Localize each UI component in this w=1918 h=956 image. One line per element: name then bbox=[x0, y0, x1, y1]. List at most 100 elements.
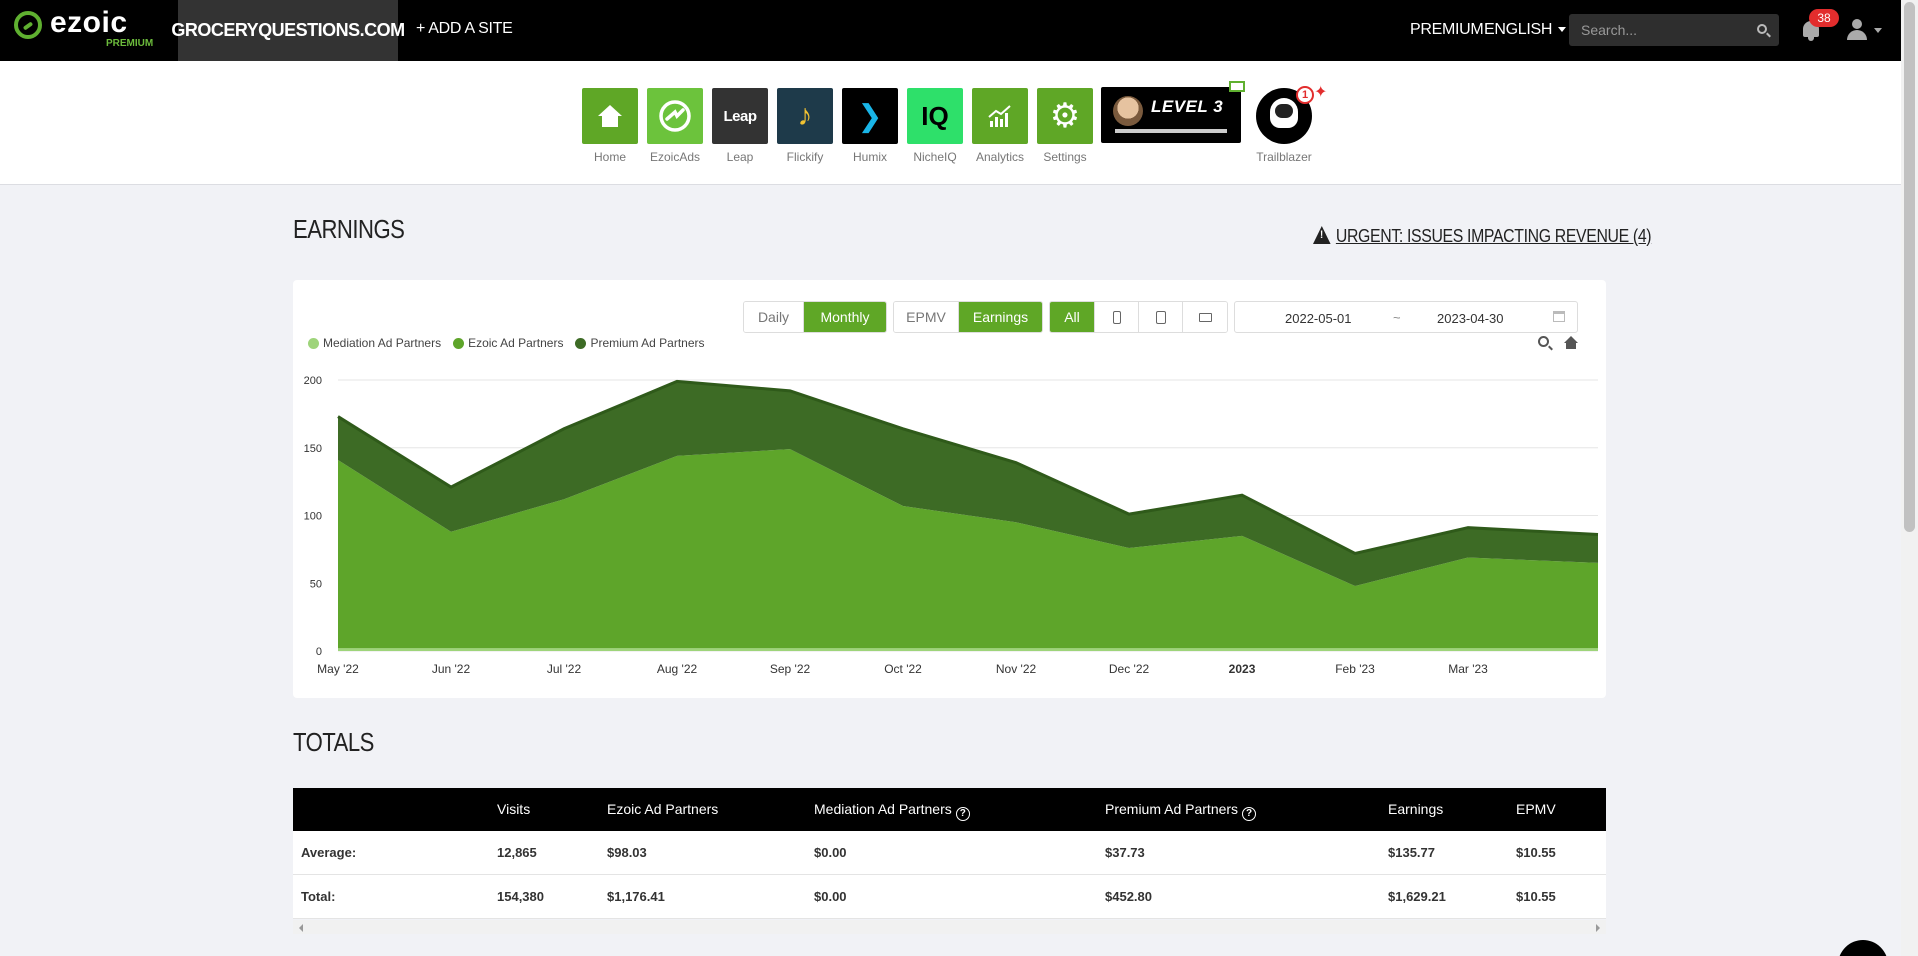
cell-premium: $452.80 bbox=[1105, 889, 1152, 904]
urgent-issues-label: URGENT: ISSUES IMPACTING REVENUE (4) bbox=[1335, 226, 1652, 246]
y-tick-label: 200 bbox=[304, 375, 322, 387]
avatar bbox=[1113, 96, 1143, 126]
app-nicheiq[interactable]: IQ NicheIQ bbox=[907, 88, 963, 164]
site-selector[interactable]: GROCERYQUESTIONS.COM bbox=[171, 0, 405, 61]
app-launcher-bar: Home EzoicAds Leap Leap ♪ Flickify ❯ Hum… bbox=[0, 61, 1901, 185]
leap-icon: Leap bbox=[712, 88, 768, 144]
table-row: Average: 12,865 $98.03 $0.00 $37.73 $135… bbox=[293, 831, 1606, 875]
x-tick-label: Sep '22 bbox=[770, 662, 811, 676]
app-analytics[interactable]: Analytics bbox=[972, 88, 1028, 164]
cell-ezoic: $98.03 bbox=[607, 845, 647, 860]
help-icon[interactable]: ? bbox=[955, 807, 970, 821]
column-header-earnings: Earnings bbox=[1388, 801, 1444, 817]
earnings-heading: EARNINGS bbox=[293, 214, 405, 244]
search-input[interactable] bbox=[1569, 14, 1749, 46]
y-tick-label: 150 bbox=[304, 443, 322, 455]
column-header-label: Mediation Ad Partners bbox=[814, 801, 952, 817]
user-menu-chevron-down-icon[interactable] bbox=[1874, 28, 1882, 33]
y-tick-label: 0 bbox=[316, 646, 322, 658]
cell-premium: $37.73 bbox=[1105, 845, 1145, 860]
mail-icon[interactable] bbox=[1229, 81, 1245, 92]
ezoic-ads-icon bbox=[647, 88, 703, 144]
search-box bbox=[1569, 14, 1779, 46]
notification-count-badge: 38 bbox=[1809, 9, 1839, 27]
house-icon bbox=[582, 88, 638, 144]
y-tick-label: 100 bbox=[304, 511, 322, 523]
urgent-issues-link[interactable]: URGENT: ISSUES IMPACTING REVENUE (4) bbox=[1313, 226, 1652, 247]
x-tick-label: Jun '22 bbox=[432, 662, 471, 676]
scroll-right-icon[interactable] bbox=[1596, 924, 1600, 932]
cell-ezoic: $1,176.41 bbox=[607, 889, 665, 904]
user-icon[interactable] bbox=[1846, 19, 1868, 41]
y-tick-label: 50 bbox=[310, 578, 322, 590]
x-tick-label: 2023 bbox=[1229, 662, 1256, 676]
cell-earnings: $1,629.21 bbox=[1388, 889, 1446, 904]
x-tick-label: Nov '22 bbox=[996, 662, 1037, 676]
trailblazer[interactable]: 1 ✦ Trailblazer bbox=[1253, 84, 1327, 164]
chevron-down-icon bbox=[1558, 27, 1567, 33]
search-icon[interactable] bbox=[1757, 24, 1767, 34]
humix-icon: ❯ bbox=[842, 88, 898, 144]
totals-heading: TOTALS bbox=[293, 727, 374, 757]
add-site-link[interactable]: + ADD A SITE bbox=[416, 20, 513, 38]
level-label: LEVEL 3 bbox=[1151, 97, 1224, 116]
logo-premium-label: PREMIUM bbox=[106, 38, 154, 49]
warning-icon bbox=[1313, 226, 1331, 244]
nicheiq-icon: IQ bbox=[907, 88, 963, 144]
app-leap[interactable]: Leap Leap bbox=[712, 88, 768, 164]
sparkle-icon: ✦ bbox=[1314, 84, 1328, 101]
x-tick-label: Mar '23 bbox=[1448, 662, 1488, 676]
scrollbar-thumb[interactable] bbox=[1904, 2, 1915, 532]
app-home[interactable]: Home bbox=[582, 88, 638, 164]
x-tick-label: Jul '22 bbox=[547, 662, 582, 676]
table-row: Total: 154,380 $1,176.41 $0.00 $452.80 $… bbox=[293, 875, 1606, 919]
cell-mediation: $0.00 bbox=[814, 889, 847, 904]
trailblazer-label: Trailblazer bbox=[1256, 150, 1312, 164]
earnings-chart-card: Daily Monthly EPMV Earnings All 2022-05-… bbox=[293, 280, 1606, 698]
app-flickify[interactable]: ♪ Flickify bbox=[777, 88, 833, 164]
app-humix[interactable]: ❯ Humix bbox=[842, 88, 898, 164]
premium-link[interactable]: PREMIUM bbox=[1410, 21, 1484, 39]
astronaut-icon: 1 ✦ bbox=[1256, 84, 1327, 144]
cell-visits: 12,865 bbox=[497, 845, 537, 860]
app-label: Settings bbox=[1043, 150, 1087, 164]
x-tick-label: Dec '22 bbox=[1109, 662, 1150, 676]
column-header-label: Premium Ad Partners bbox=[1105, 801, 1239, 817]
page-scrollbar[interactable] bbox=[1901, 0, 1918, 956]
flickify-icon: ♪ bbox=[777, 88, 833, 144]
top-nav: ezoic PREMIUM GROCERYQUESTIONS.COM + ADD… bbox=[0, 0, 1901, 61]
ezoic-logo-icon bbox=[14, 11, 42, 39]
cell-epmv: $10.55 bbox=[1516, 845, 1556, 860]
trailblazer-badge: 1 bbox=[1296, 86, 1314, 104]
column-header-mediation: Mediation Ad Partners? bbox=[814, 788, 970, 831]
help-icon[interactable]: ? bbox=[1242, 807, 1257, 821]
cell-visits: 154,380 bbox=[497, 889, 544, 904]
x-tick-label: Feb '23 bbox=[1335, 662, 1375, 676]
series-area-0 bbox=[338, 648, 1598, 651]
gear-icon: ⚙ bbox=[1037, 88, 1093, 144]
scroll-left-icon[interactable] bbox=[299, 924, 303, 932]
column-header-ezoic: Ezoic Ad Partners bbox=[607, 801, 719, 817]
cell-epmv: $10.55 bbox=[1516, 889, 1556, 904]
help-chat-bubble[interactable] bbox=[1838, 940, 1888, 956]
column-header-premium: Premium Ad Partners? bbox=[1105, 788, 1257, 831]
table-horizontal-scrollbar[interactable] bbox=[293, 920, 1606, 934]
x-tick-label: May '22 bbox=[317, 662, 359, 676]
app-ezoicads[interactable]: EzoicAds bbox=[647, 88, 703, 164]
level-progress-bar bbox=[1115, 129, 1227, 133]
row-label: Total: bbox=[301, 889, 336, 904]
app-settings[interactable]: ⚙ Settings bbox=[1037, 88, 1093, 164]
language-dropdown[interactable]: ENGLISH bbox=[1484, 21, 1567, 39]
ezoic-logo[interactable]: ezoic PREMIUM bbox=[14, 6, 164, 52]
x-tick-label: Aug '22 bbox=[657, 662, 698, 676]
row-label: Average: bbox=[301, 845, 357, 860]
level-card[interactable]: LEVEL 3 bbox=[1101, 81, 1245, 143]
cell-mediation: $0.00 bbox=[814, 845, 847, 860]
cell-earnings: $135.77 bbox=[1388, 845, 1435, 860]
logo-word: ezoic bbox=[50, 6, 128, 39]
language-label: ENGLISH bbox=[1484, 21, 1553, 38]
table-header: Visits Ezoic Ad Partners Mediation Ad Pa… bbox=[293, 788, 1606, 831]
totals-table: Visits Ezoic Ad Partners Mediation Ad Pa… bbox=[293, 788, 1606, 919]
column-header-visits: Visits bbox=[497, 801, 531, 817]
earnings-area-chart: 0 50 100 150 200 May '22 Jun '22 Jul '22 Aug '22… bbox=[304, 375, 1599, 676]
